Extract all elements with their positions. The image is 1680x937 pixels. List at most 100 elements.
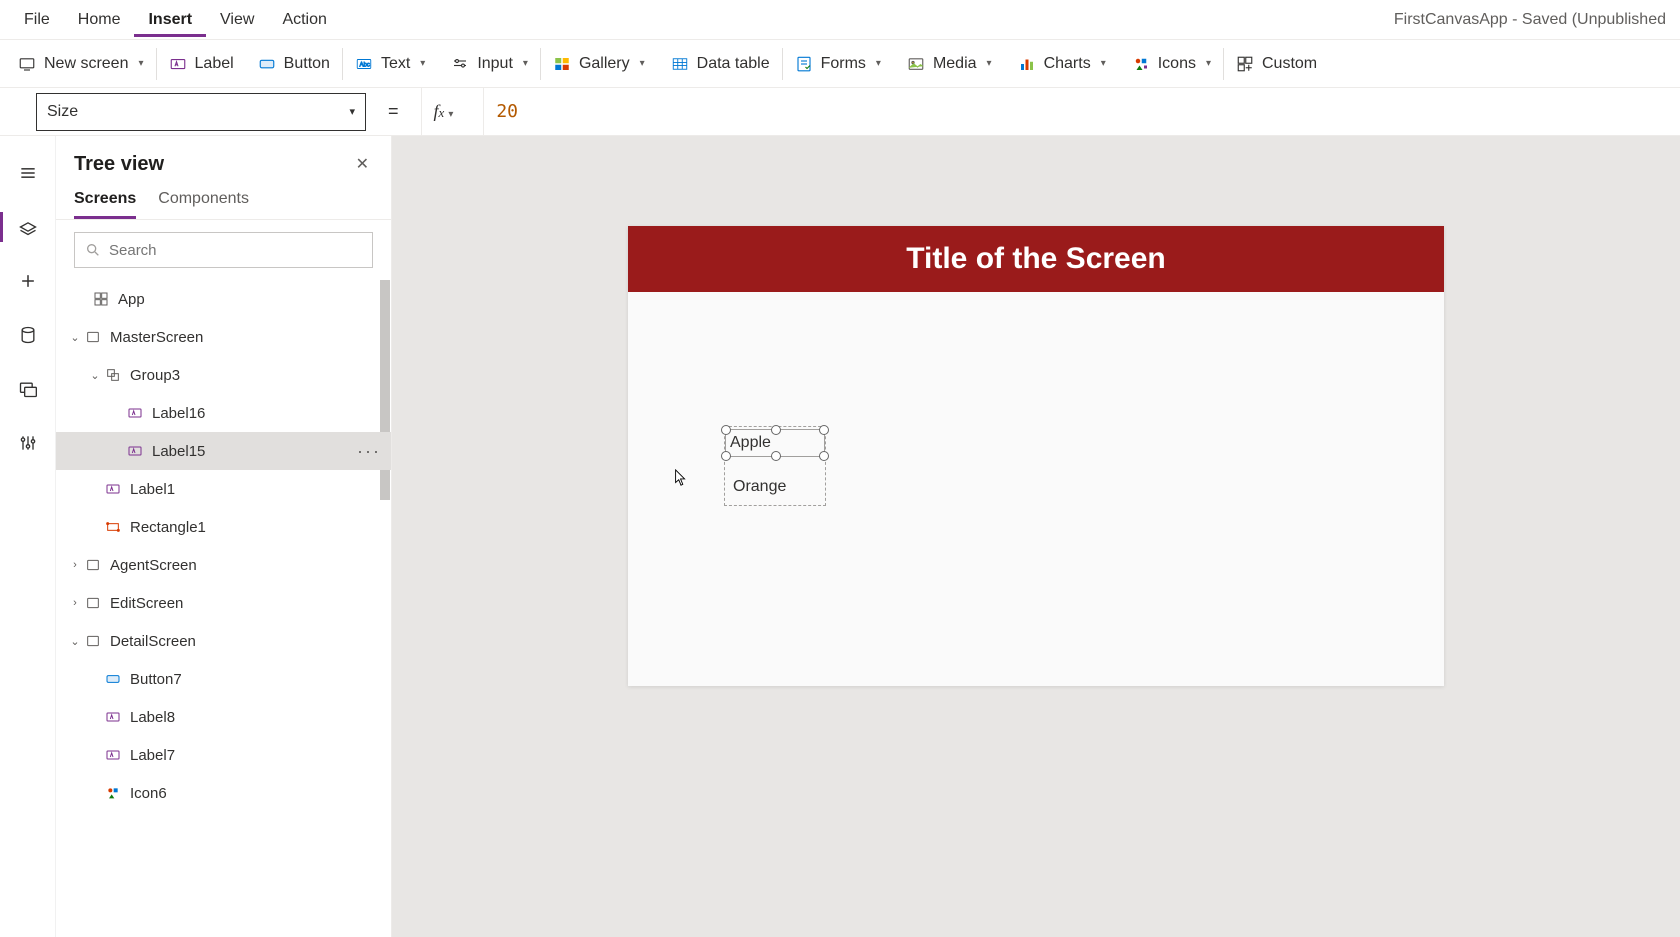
screen-icon [84, 594, 102, 612]
tree-view-title: Tree view [74, 153, 164, 176]
tree-node-label16[interactable]: Label16 [56, 394, 391, 432]
screen-icon [84, 632, 102, 650]
canvas-label-orange[interactable]: Orange [729, 473, 825, 501]
icons-icon [1132, 55, 1150, 73]
insert-media-button[interactable]: Media ▾ [907, 55, 992, 73]
insert-charts-button[interactable]: Charts ▾ [1018, 55, 1106, 73]
media-icon [907, 55, 925, 73]
equals-sign: = [384, 101, 403, 122]
tree-node-app[interactable]: App [56, 280, 391, 318]
chevron-down-icon: ▾ [349, 105, 355, 118]
fx-icon: fx▾ [434, 101, 454, 122]
screen-title-label[interactable]: Title of the Screen [628, 226, 1444, 292]
menu-insert[interactable]: Insert [134, 3, 206, 37]
insert-forms-button[interactable]: Forms ▾ [795, 55, 881, 73]
menu-home[interactable]: Home [64, 3, 135, 37]
insert-input-button[interactable]: Input ▾ [451, 55, 528, 73]
charts-icon [1018, 55, 1036, 73]
tree-node-group3[interactable]: ⌄ Group3 [56, 356, 391, 394]
screen-icon [84, 556, 102, 574]
chevron-down-icon: ▾ [987, 58, 992, 69]
chevron-down-icon: ▾ [640, 58, 645, 69]
tree-node-label15[interactable]: Label15 ··· [56, 432, 391, 470]
ribbon-insert: New screen ▾ Label Button Abc Text ▾ Inp… [0, 40, 1680, 88]
rail-hamburger[interactable] [0, 146, 56, 200]
rectangle-icon [104, 518, 122, 536]
tree-node-editscreen[interactable]: › EditScreen [56, 584, 391, 622]
chevron-down-icon: ▾ [1101, 58, 1106, 69]
rail-data[interactable] [0, 308, 56, 362]
chevron-down-icon: ▾ [876, 58, 881, 69]
tab-screens[interactable]: Screens [74, 190, 136, 219]
input-icon [451, 55, 469, 73]
insert-text-button[interactable]: Abc Text ▾ [355, 55, 425, 73]
tree-node-agentscreen[interactable]: › AgentScreen [56, 546, 391, 584]
insert-icons-button[interactable]: Icons ▾ [1132, 55, 1211, 73]
close-icon[interactable]: ✕ [352, 150, 373, 178]
menu-view[interactable]: View [206, 3, 268, 37]
chevron-down-icon[interactable]: ⌄ [66, 635, 84, 648]
tab-components[interactable]: Components [158, 190, 249, 219]
label-icon [126, 442, 144, 460]
svg-text:Abc: Abc [359, 62, 369, 68]
fx-button[interactable]: fx▾ [421, 88, 466, 135]
rail-advanced[interactable] [0, 416, 56, 470]
chevron-right-icon[interactable]: › [66, 597, 84, 609]
custom-icon [1236, 55, 1254, 73]
forms-icon [795, 55, 813, 73]
insert-datatable-button[interactable]: Data table [671, 55, 770, 73]
insert-label-button[interactable]: Label [169, 55, 234, 73]
tree-node-icon6[interactable]: Icon6 [56, 774, 391, 812]
insert-gallery-button[interactable]: Gallery ▾ [553, 55, 645, 73]
rail-media[interactable] [0, 362, 56, 416]
screen-icon [84, 328, 102, 346]
search-input[interactable] [74, 232, 373, 268]
formula-bar: Size ▾ = fx▾ 20 [0, 88, 1680, 136]
menu-bar: File Home Insert View Action FirstCanvas… [0, 0, 1680, 40]
text-icon: Abc [355, 55, 373, 73]
canvas-label-apple[interactable]: Apple [725, 429, 825, 457]
chevron-down-icon[interactable]: ⌄ [66, 331, 84, 344]
insert-button-button[interactable]: Button [258, 55, 330, 73]
tree-view-panel: Tree view ✕ Screens Components App ⌄ Ma [56, 136, 392, 937]
group-icon [104, 366, 122, 384]
chevron-down-icon: ▾ [420, 58, 425, 69]
tree-node-label1[interactable]: Label1 [56, 470, 391, 508]
property-selector[interactable]: Size ▾ [36, 93, 366, 131]
chevron-down-icon[interactable]: ⌄ [86, 369, 104, 382]
app-title: FirstCanvasApp - Saved (Unpublished [1394, 11, 1670, 29]
label-icon [126, 404, 144, 422]
tree-node-masterscreen[interactable]: ⌄ MasterScreen [56, 318, 391, 356]
canvas-area[interactable]: Title of the Screen Apple Orange [392, 136, 1680, 937]
data-table-icon [671, 55, 689, 73]
tree-node-label8[interactable]: Label8 [56, 698, 391, 736]
tree-node-detailscreen[interactable]: ⌄ DetailScreen [56, 622, 391, 660]
search-icon [85, 242, 101, 258]
new-screen-button[interactable]: New screen ▾ [18, 55, 144, 73]
chevron-down-icon: ▾ [523, 58, 528, 69]
chevron-right-icon[interactable]: › [66, 559, 84, 571]
screen-icon [18, 55, 36, 73]
formula-input[interactable]: 20 [483, 88, 1680, 135]
label-icon [104, 480, 122, 498]
insert-custom-button[interactable]: Custom [1236, 55, 1317, 73]
label-icon [104, 746, 122, 764]
button-icon [104, 670, 122, 688]
tree-node-rectangle1[interactable]: Rectangle1 [56, 508, 391, 546]
label-icon [169, 55, 187, 73]
tree-node-label7[interactable]: Label7 [56, 736, 391, 774]
tree-node-button7[interactable]: Button7 [56, 660, 391, 698]
cursor-icon [674, 469, 688, 492]
more-icon[interactable]: ··· [357, 441, 381, 462]
label-icon [104, 708, 122, 726]
menu-action[interactable]: Action [268, 3, 340, 37]
canvas-screen[interactable]: Title of the Screen Apple Orange [628, 226, 1444, 686]
menu-file[interactable]: File [10, 3, 64, 37]
left-rail [0, 136, 56, 937]
rail-insert[interactable] [0, 254, 56, 308]
icons-icon [104, 784, 122, 802]
rail-tree-view[interactable] [0, 200, 56, 254]
chevron-down-icon: ▾ [138, 58, 143, 69]
chevron-down-icon: ▾ [1206, 58, 1211, 69]
button-icon [258, 55, 276, 73]
